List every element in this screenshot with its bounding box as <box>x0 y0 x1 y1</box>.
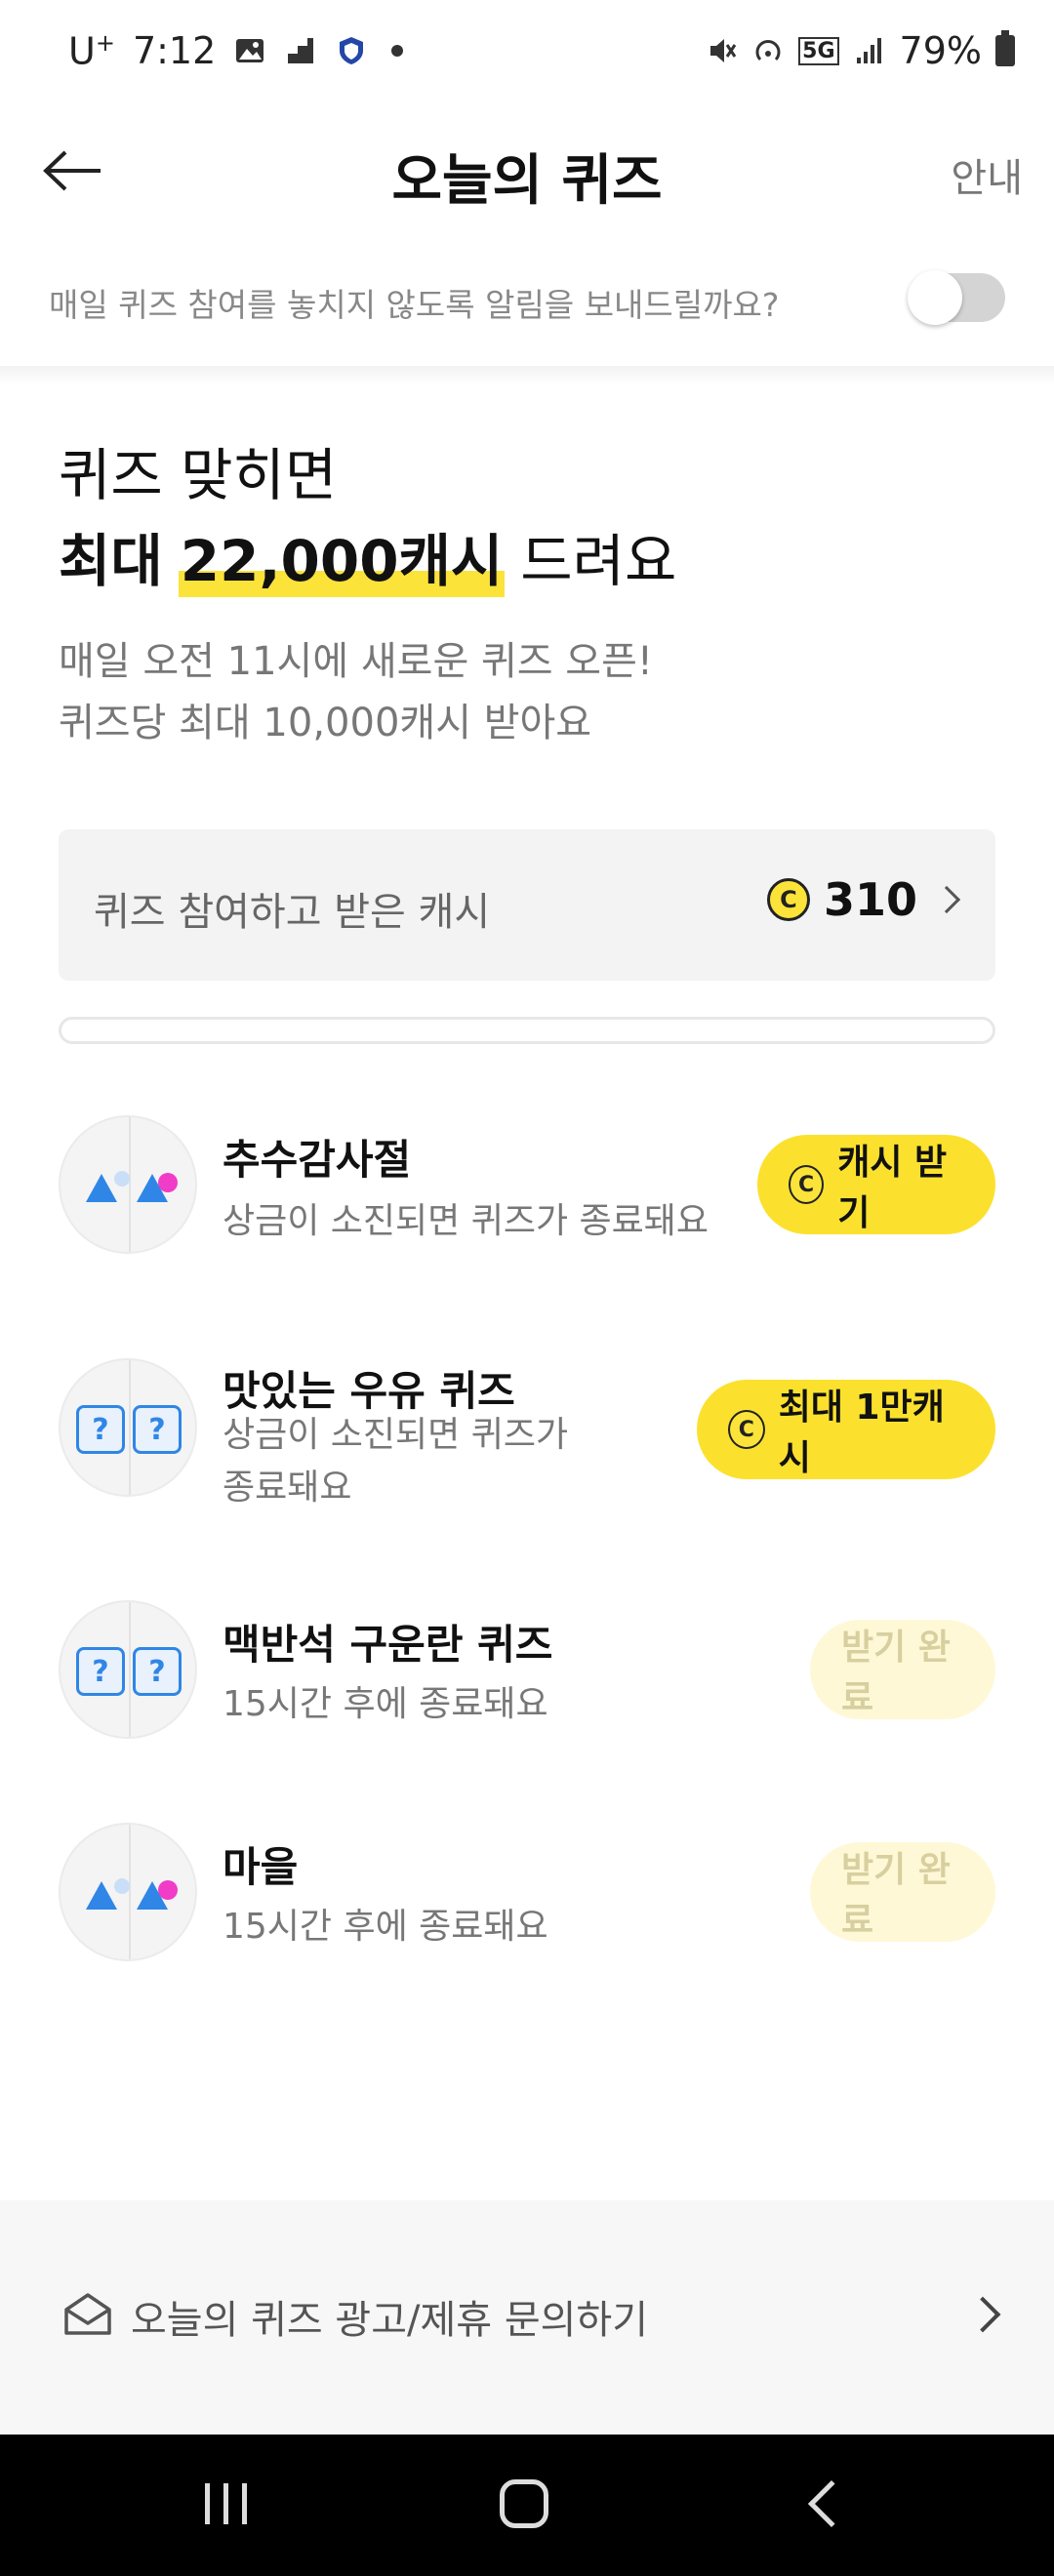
question-mark-icon: ? <box>76 1405 125 1454</box>
toggle-knob <box>908 270 962 325</box>
inquiry-label: 오늘의 퀴즈 광고/제휴 문의하기 <box>131 2298 649 2343</box>
claim-complete-label: 받기 완료 <box>841 1850 951 1941</box>
clock: 7:12 <box>132 29 217 73</box>
question-marks-icon: ? ? <box>59 1600 197 1739</box>
quiz-item[interactable]: 추수감사절 상금이 소진되면 퀴즈가 종료돼요 C 캐시 받기 <box>59 1115 995 1262</box>
status-bar-right: 5G 79% <box>705 29 1015 72</box>
status-bar: U+ 7:12 5G 79% <box>0 0 1054 107</box>
claim-complete-button[interactable]: 받기 완료 <box>810 1620 995 1719</box>
notification-dot-icon <box>391 45 404 58</box>
earned-cash-summary: C 310 <box>766 873 961 926</box>
app-header: 오늘의 퀴즈 안내 <box>0 107 1054 234</box>
status-bar-left: U+ 7:12 <box>68 29 404 73</box>
notification-setting-row: 매일 퀴즈 참여를 놓치지 않도록 알림을 보내드릴까요? <box>0 244 1054 366</box>
signal-icon <box>856 38 881 63</box>
hero-amount: 22,000캐시 <box>178 515 506 597</box>
earned-cash-value: 310 <box>823 873 917 926</box>
page-title: 오늘의 퀴즈 <box>391 149 663 213</box>
battery-icon <box>995 30 1015 66</box>
quiz-subtitle: 상금이 소진되면 퀴즈가 종료돼요 <box>223 1415 569 1508</box>
inquiry-footer[interactable]: 오늘의 퀴즈 광고/제휴 문의하기 <box>0 2200 1054 2435</box>
coin-icon: C <box>789 1165 825 1204</box>
chevron-right-icon <box>932 885 961 914</box>
coin-icon: C <box>766 878 810 921</box>
hero-title-line2: 최대 22,000캐시 드려요 <box>59 515 676 597</box>
shield-icon <box>340 37 364 65</box>
quiz-subtitle: 15시간 후에 종료돼요 <box>223 1684 548 1724</box>
claim-cash-label: 캐시 받기 <box>837 1143 948 1233</box>
claim-complete-button[interactable]: 받기 완료 <box>810 1842 995 1942</box>
mail-icon <box>64 2293 111 2335</box>
hero-subtitle-2: 퀴즈당 최대 10,000캐시 받아요 <box>59 701 592 745</box>
question-mark-icon: ? <box>133 1405 182 1454</box>
triangles-icon <box>59 1823 197 1961</box>
recent-apps-button[interactable] <box>205 2483 247 2524</box>
system-back-button[interactable] <box>807 2479 856 2528</box>
battery-percent: 79% <box>899 29 982 72</box>
home-button[interactable] <box>500 2479 548 2528</box>
carrier-label: U+ <box>68 29 115 73</box>
hero-prefix: 최대 <box>59 528 163 594</box>
quiz-subtitle: 15시간 후에 종료돼요 <box>223 1907 548 1947</box>
question-mark-icon: ? <box>133 1647 182 1696</box>
hero-title-line1: 퀴즈 맞히면 <box>59 442 338 508</box>
network-type: 5G <box>798 36 839 65</box>
section-divider <box>0 366 1054 385</box>
claim-cash-button[interactable]: C 캐시 받기 <box>757 1135 995 1234</box>
question-mark-icon: ? <box>76 1647 125 1696</box>
steps-icon <box>288 38 314 64</box>
triangles-icon <box>59 1115 197 1254</box>
question-marks-icon: ? ? <box>59 1358 197 1497</box>
gallery-icon <box>236 39 264 63</box>
quiz-title: 맥반석 구운란 퀴즈 <box>223 1621 553 1669</box>
chevron-right-icon <box>964 2296 1001 2333</box>
progress-bar <box>59 1017 995 1044</box>
quiz-item[interactable]: 마을 15시간 후에 종료돼요 받기 완료 <box>59 1823 995 1969</box>
coin-icon: C <box>728 1410 765 1449</box>
claim-complete-label: 받기 완료 <box>841 1628 951 1718</box>
hero-subtitle-1: 매일 오전 11시에 새로운 퀴즈 오픈! <box>59 639 653 684</box>
notification-toggle[interactable] <box>908 270 1005 325</box>
earned-cash-card[interactable]: 퀴즈 참여하고 받은 캐시 C 310 <box>59 829 995 981</box>
notification-setting-text: 매일 퀴즈 참여를 놓치지 않도록 알림을 보내드릴까요? <box>49 286 780 324</box>
max-cash-button[interactable]: C 최대 1만캐시 <box>697 1380 995 1479</box>
hotspot-icon <box>755 40 781 61</box>
quiz-item[interactable]: ? ? 맥반석 구운란 퀴즈 15시간 후에 종료돼요 받기 완료 <box>59 1600 995 1747</box>
max-cash-label: 최대 1만캐시 <box>778 1388 945 1478</box>
quiz-item[interactable]: ? ? 맛있는 우유 퀴즈 상금이 소진되면 퀴즈가 종료돼요 C 최대 1만캐… <box>59 1358 995 1524</box>
quiz-subtitle: 상금이 소진되면 퀴즈가 종료돼요 <box>223 1201 709 1241</box>
guide-button[interactable]: 안내 <box>951 146 1023 203</box>
mute-icon <box>710 39 737 62</box>
hero-suffix: 드려요 <box>520 528 677 594</box>
quiz-title: 마을 <box>223 1843 299 1891</box>
earned-cash-label: 퀴즈 참여하고 받은 캐시 <box>94 890 491 935</box>
quiz-title: 추수감사절 <box>223 1136 412 1184</box>
system-nav-bar <box>0 2435 1054 2576</box>
